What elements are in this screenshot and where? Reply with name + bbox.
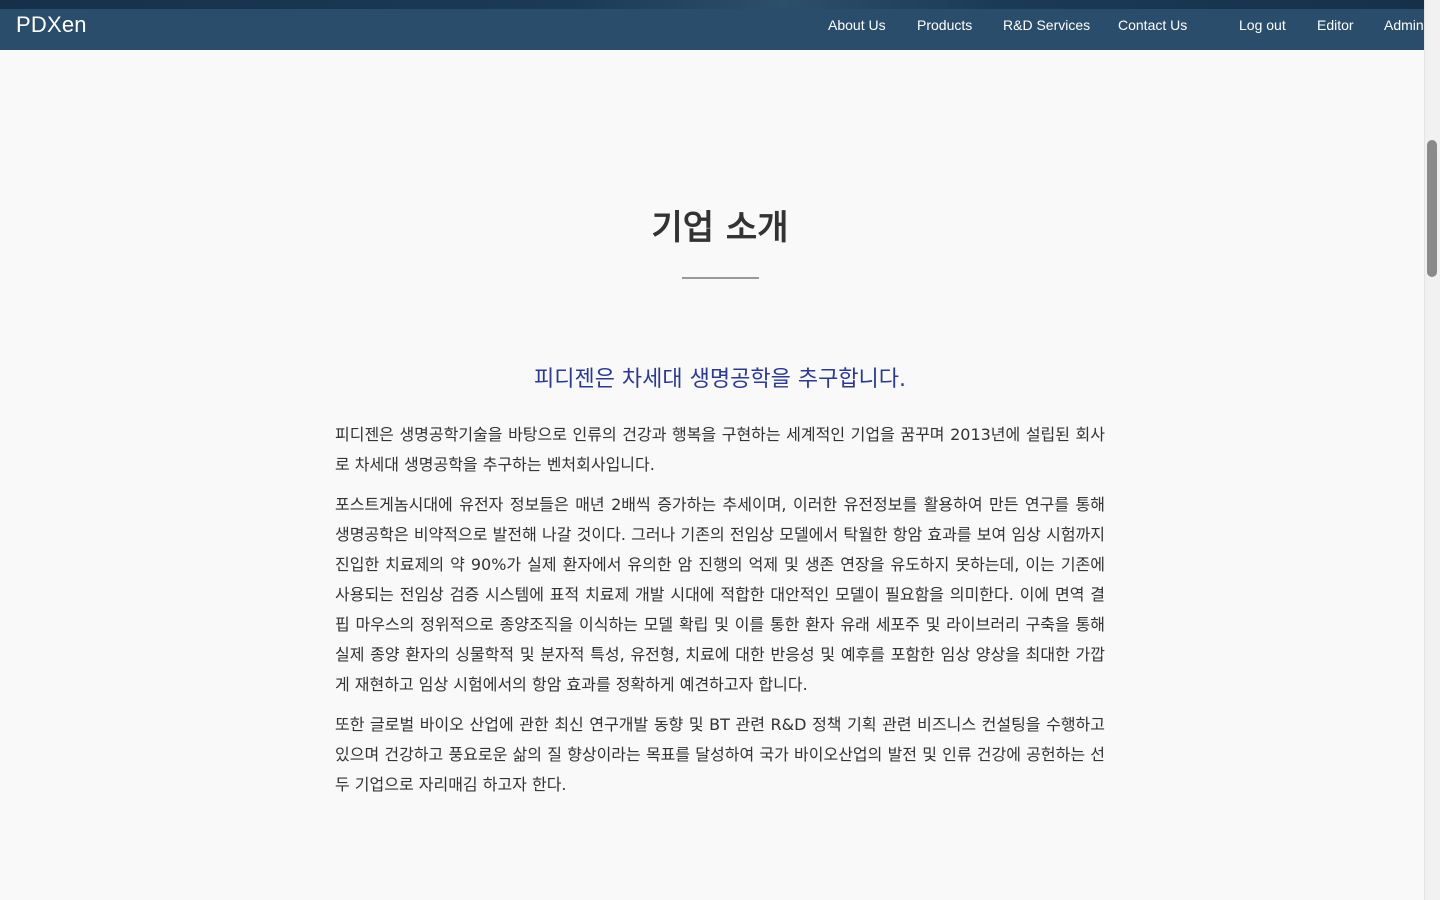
brand-logo-link[interactable]: PDXen xyxy=(16,12,87,38)
intro-paragraph-2: 포스트게놈시대에 유전자 정보들은 매년 2배씩 증가하는 추세이며, 이러한 … xyxy=(335,495,1105,694)
intro-paragraph-3: 또한 글로벌 바이오 산업에 관한 최신 연구개발 동향 및 BT 관련 R&D… xyxy=(335,715,1105,794)
nav-link-admin[interactable]: Admin xyxy=(1384,16,1424,34)
nav-link-rd-services[interactable]: R&D Services xyxy=(1003,16,1090,34)
section-subtitle: 피디젠은 차세대 생명공학을 추구합니다. xyxy=(533,367,907,392)
nav-link-log-out[interactable]: Log out xyxy=(1239,16,1286,34)
nav-link-about-us[interactable]: About Us xyxy=(828,16,886,34)
nav-link-editor[interactable]: Editor xyxy=(1317,16,1354,34)
top-navbar: PDXen About Us Products R&D Services Con… xyxy=(0,0,1424,50)
intro-paragraph-1: 피디젠은 생명공학기술을 바탕으로 인류의 건강과 행복을 구현하는 세계적인 … xyxy=(335,425,1105,474)
title-divider xyxy=(682,277,759,279)
vertical-scrollbar-track[interactable] xyxy=(1424,0,1440,900)
page-title: 기업 소개 xyxy=(651,208,789,248)
nav-link-products[interactable]: Products xyxy=(917,16,972,34)
navbar-header-image-strip xyxy=(0,0,1424,9)
page: PDXen About Us Products R&D Services Con… xyxy=(0,0,1440,900)
vertical-scrollbar-thumb[interactable] xyxy=(1427,140,1437,277)
nav-link-contact-us[interactable]: Contact Us xyxy=(1118,16,1187,34)
